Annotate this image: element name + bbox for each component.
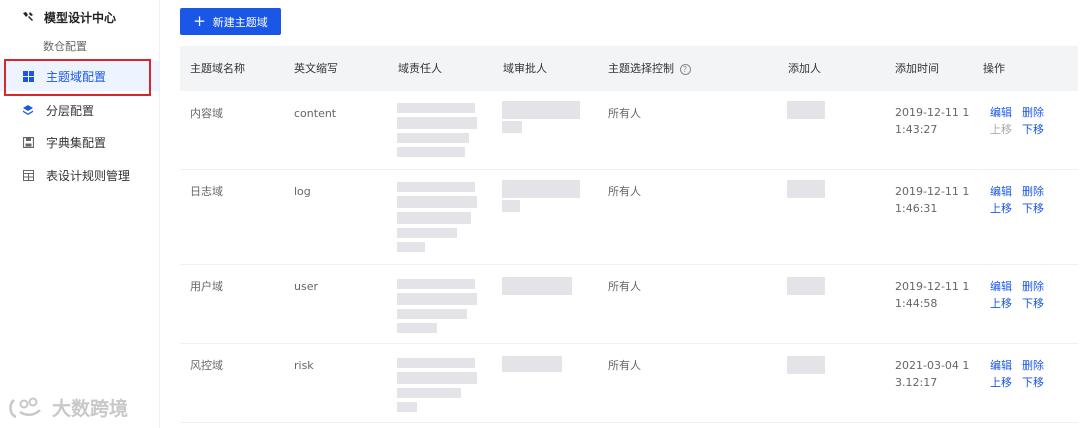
sidebar-item-label: 主题域配置 <box>46 69 107 84</box>
approver-blurred <box>502 180 580 216</box>
watermark-logo-icon <box>9 397 41 418</box>
cell-control: 所有人 <box>608 359 641 372</box>
move-up-link[interactable]: 上移 <box>990 376 1012 389</box>
sidebar-item-label: 字典集配置 <box>46 135 107 150</box>
row-actions: 编辑 删除 上移 下移 <box>990 278 1060 312</box>
move-down-link[interactable]: 下移 <box>1022 123 1044 136</box>
move-up-link: 上移 <box>990 123 1012 136</box>
cell-abbr: user <box>294 280 318 293</box>
cell-name: 内容域 <box>190 107 223 120</box>
cell-time: 2019-12-11 11:43:27 <box>895 106 970 136</box>
sidebar-sub-label: 数仓配置 <box>43 40 87 53</box>
move-up-link[interactable]: 上移 <box>990 202 1012 215</box>
layers-icon <box>22 104 34 116</box>
table-row: 用户域 user 所有人 2019-12-11 11:44:58 编辑 删除 上移… <box>180 265 1078 344</box>
tools-icon <box>22 11 34 23</box>
move-up-link[interactable]: 上移 <box>990 297 1012 310</box>
row-actions: 编辑 删除 上移 下移 <box>990 104 1060 138</box>
cell-abbr: content <box>294 107 337 120</box>
creator-blurred <box>787 101 825 119</box>
approver-blurred <box>502 356 562 374</box>
delete-link[interactable]: 删除 <box>1022 280 1044 293</box>
header-control-label: 主题选择控制 <box>608 62 674 75</box>
owner-blurred <box>397 279 477 333</box>
grid-icon <box>22 70 34 82</box>
row-actions: 编辑 删除 上移 下移 <box>990 357 1060 391</box>
move-down-link[interactable]: 下移 <box>1022 202 1044 215</box>
sidebar-item-dictionary[interactable]: 字典集配置 <box>0 127 159 157</box>
cell-name: 风控域 <box>190 359 223 372</box>
watermark: 大数跨境 <box>8 394 128 421</box>
sidebar-item-table-rules[interactable]: 表设计规则管理 <box>0 160 159 190</box>
save-icon <box>22 136 34 148</box>
header-name: 主题域名称 <box>190 62 245 75</box>
edit-link[interactable]: 编辑 <box>990 106 1012 119</box>
move-down-link[interactable]: 下移 <box>1022 297 1044 310</box>
table-row: 风控域 risk 所有人 2021-03-04 13.12:17 编辑 删除 上移… <box>180 344 1078 423</box>
watermark-text: 大数跨境 <box>52 398 129 420</box>
sidebar-item-layers[interactable]: 分层配置 <box>0 95 159 125</box>
creator-blurred <box>787 277 825 295</box>
row-actions: 编辑 删除 上移 下移 <box>990 183 1060 217</box>
table-header: 主题域名称 英文缩写 域责任人 域审批人 主题选择控制 ? 添加人 添加时间 操… <box>180 46 1078 91</box>
sidebar-item-label: 分层配置 <box>46 103 95 118</box>
cell-name: 用户域 <box>190 280 223 293</box>
header-actions: 操作 <box>983 62 1005 75</box>
edit-link[interactable]: 编辑 <box>990 280 1012 293</box>
plus-icon: + <box>193 12 206 30</box>
sidebar-item-label: 表设计规则管理 <box>46 168 131 183</box>
delete-link[interactable]: 删除 <box>1022 359 1044 372</box>
cell-control: 所有人 <box>608 280 641 293</box>
creator-blurred <box>787 180 825 198</box>
sidebar-item-subject-domain[interactable]: 主题域配置 <box>0 59 159 96</box>
owner-blurred <box>397 103 477 159</box>
header-abbr: 英文缩写 <box>294 62 338 75</box>
question-circle-icon[interactable]: ? <box>679 63 691 75</box>
creator-blurred <box>787 356 825 374</box>
cell-abbr: log <box>294 185 311 198</box>
header-approver: 域审批人 <box>503 62 547 75</box>
sidebar-group-model-design[interactable]: 模型设计中心 <box>0 2 159 32</box>
move-down-link[interactable]: 下移 <box>1022 376 1044 389</box>
new-button-label: 新建主题域 <box>212 15 268 29</box>
cell-time: 2021-03-04 13.12:17 <box>895 359 970 389</box>
cell-abbr: risk <box>294 359 314 372</box>
owner-blurred <box>397 182 477 252</box>
header-time: 添加时间 <box>895 62 939 75</box>
cell-name: 日志域 <box>190 185 223 198</box>
delete-link[interactable]: 删除 <box>1022 106 1044 119</box>
delete-link[interactable]: 删除 <box>1022 185 1044 198</box>
cell-control: 所有人 <box>608 185 641 198</box>
approver-blurred <box>502 277 572 297</box>
edit-link[interactable]: 编辑 <box>990 359 1012 372</box>
table-row: 日志域 log 所有人 2019-12-11 11:46:31 编辑 删除 上移下… <box>180 170 1078 265</box>
subject-domain-table: 主题域名称 英文缩写 域责任人 域审批人 主题选择控制 ? 添加人 添加时间 操… <box>180 46 1078 423</box>
new-subject-domain-button[interactable]: + 新建主题域 <box>180 8 281 35</box>
sidebar-group-label: 模型设计中心 <box>44 10 117 25</box>
header-creator: 添加人 <box>788 62 821 75</box>
table-icon <box>22 169 34 181</box>
approver-blurred <box>502 101 580 137</box>
edit-link[interactable]: 编辑 <box>990 185 1012 198</box>
sidebar: 模型设计中心 数仓配置 主题域配置 分层配置 字典集配置 表设计规则管理 <box>0 0 160 428</box>
cell-control: 所有人 <box>608 107 641 120</box>
cell-time: 2019-12-11 11:46:31 <box>895 185 970 215</box>
header-control: 主题选择控制 ? <box>608 46 691 91</box>
cell-time: 2019-12-11 11:44:58 <box>895 280 970 310</box>
owner-blurred <box>397 358 477 412</box>
header-owner: 域责任人 <box>398 62 442 75</box>
table-row: 内容域 content 所有人 2019-12-11 11:43:27 编辑 删除… <box>180 91 1078 170</box>
